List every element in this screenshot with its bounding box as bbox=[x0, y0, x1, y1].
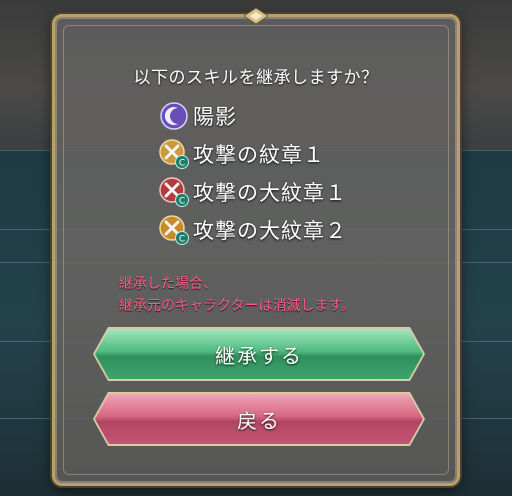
attack-grand-crest-icon: C bbox=[159, 215, 189, 245]
skill-item: 陽影 bbox=[159, 97, 347, 135]
skill-name: 攻撃の大紋章２ bbox=[193, 219, 347, 243]
skill-list: 陽影 C 攻撃の紋章１ C 攻撃の大紋章１ C 攻撃の大紋章２ bbox=[159, 97, 347, 249]
inherit-warning: 継承した場合、 継承元のキャラクターは消滅します。 bbox=[119, 273, 355, 317]
inherit-skill-dialog: 以下のスキルを継承しますか？ 陽影 C 攻撃の紋章１ C 攻撃の大紋章１ C 攻… bbox=[52, 8, 460, 486]
top-ornament-icon bbox=[244, 8, 268, 24]
warning-line-2: 継承元のキャラクターは消滅します。 bbox=[119, 298, 356, 314]
svg-text:C: C bbox=[179, 159, 185, 169]
skill-name: 攻撃の紋章１ bbox=[193, 143, 325, 167]
skill-item: C 攻撃の大紋章２ bbox=[159, 211, 347, 249]
inherit-confirm-button[interactable]: 継承する bbox=[95, 329, 423, 379]
warning-line-1: 継承した場合、 bbox=[119, 276, 217, 292]
shadow-moon-icon bbox=[160, 102, 188, 130]
attack-crest-icon: C bbox=[159, 139, 189, 169]
back-button[interactable]: 戻る bbox=[95, 394, 423, 444]
skill-item: C 攻撃の大紋章１ bbox=[159, 173, 347, 211]
confirmation-question: 以下のスキルを継承しますか？ bbox=[133, 68, 379, 88]
svg-text:C: C bbox=[179, 197, 185, 207]
skill-item: C 攻撃の紋章１ bbox=[159, 135, 347, 173]
attack-grand-crest-icon: C bbox=[159, 177, 189, 207]
svg-text:C: C bbox=[179, 235, 185, 245]
skill-name: 陽影 bbox=[193, 105, 237, 129]
skill-name: 攻撃の大紋章１ bbox=[193, 181, 347, 205]
